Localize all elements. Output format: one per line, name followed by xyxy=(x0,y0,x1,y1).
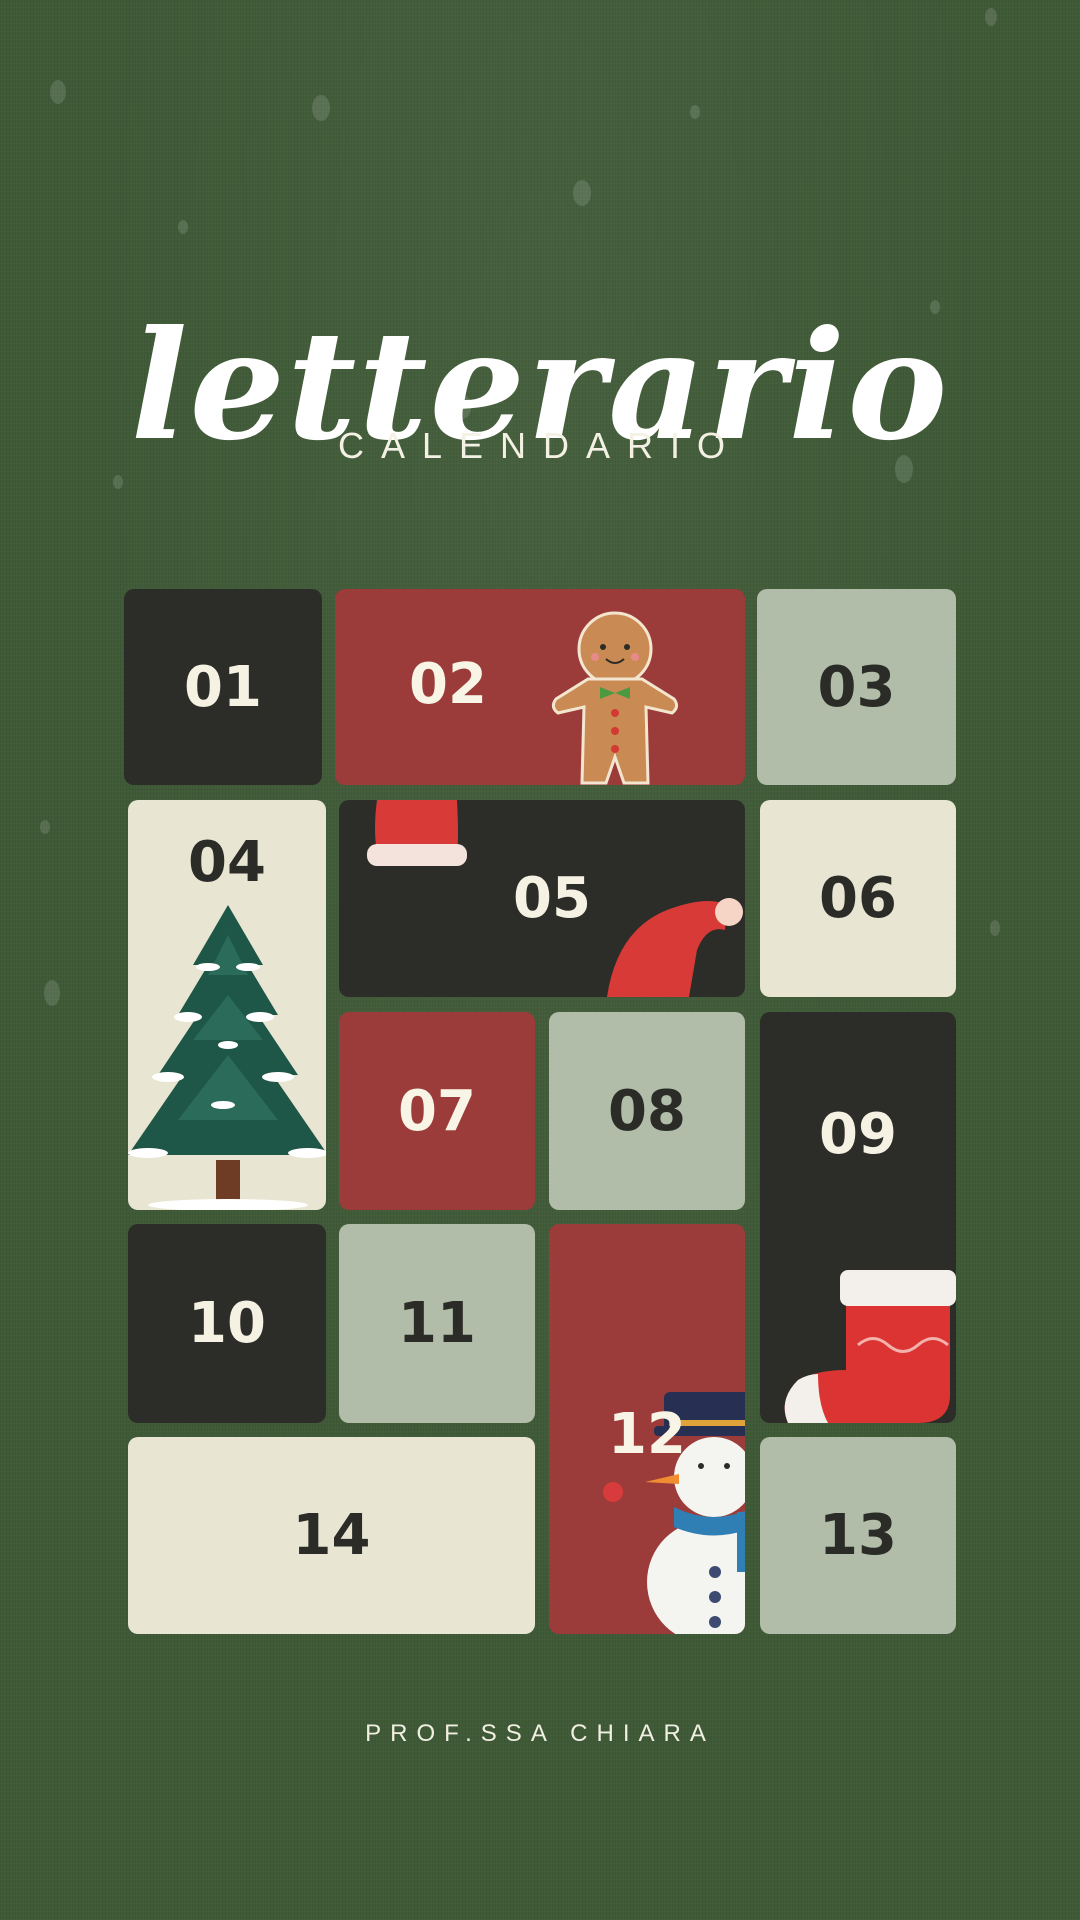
day-number: 01 xyxy=(184,654,262,720)
day-tile-04[interactable]: 04 xyxy=(128,800,326,1210)
day-tile-06[interactable]: 06 xyxy=(760,800,956,997)
day-tile-14[interactable]: 14 xyxy=(128,1437,535,1634)
day-tile-07[interactable]: 07 xyxy=(339,1012,535,1210)
santa-hat-icon xyxy=(367,800,467,866)
day-number: 03 xyxy=(817,654,896,720)
gingerbread-man-icon xyxy=(551,611,679,785)
day-tile-12[interactable]: 12 xyxy=(549,1224,745,1634)
day-number: 04 xyxy=(188,830,266,895)
day-tile-01[interactable]: 01 xyxy=(124,589,322,785)
snowflake-dot xyxy=(113,475,123,489)
day-number: 12 xyxy=(608,1402,686,1467)
snowflake-dot xyxy=(312,95,330,121)
day-number: 13 xyxy=(819,1503,897,1568)
day-number: 11 xyxy=(398,1291,476,1356)
day-tile-09[interactable]: 09 xyxy=(760,1012,956,1423)
author-credit: PROF.SSA CHIARA xyxy=(365,1720,715,1747)
day-number: 10 xyxy=(188,1291,266,1356)
christmas-tree-icon xyxy=(128,905,326,1210)
day-tile-03[interactable]: 03 xyxy=(757,589,956,785)
day-tile-13[interactable]: 13 xyxy=(760,1437,956,1634)
snowflake-dot xyxy=(44,980,60,1006)
christmas-stocking-icon xyxy=(784,1270,956,1423)
page-subtitle: CALENDARIO xyxy=(337,425,743,466)
day-number: 06 xyxy=(819,866,897,931)
day-number: 02 xyxy=(409,651,487,717)
day-tile-05[interactable]: 05 xyxy=(339,800,745,997)
day-tile-08[interactable]: 08 xyxy=(549,1012,745,1210)
day-number: 09 xyxy=(819,1102,897,1167)
snowflake-dot xyxy=(573,180,591,206)
day-number: 05 xyxy=(513,866,591,931)
snowflake-dot xyxy=(985,8,997,26)
day-number: 07 xyxy=(398,1078,476,1144)
day-tile-02[interactable]: 02 xyxy=(335,589,745,785)
day-number: 08 xyxy=(608,1078,686,1144)
snowflake-dot xyxy=(178,220,188,234)
snowflake-dot xyxy=(990,920,1000,936)
snowflake-dot xyxy=(690,105,700,119)
snowflake-dot xyxy=(40,820,50,834)
day-number: 14 xyxy=(292,1503,371,1568)
santa-hat-icon xyxy=(607,898,743,997)
snowflake-dot xyxy=(50,80,66,104)
day-tile-10[interactable]: 10 xyxy=(128,1224,326,1423)
day-tile-11[interactable]: 11 xyxy=(339,1224,535,1423)
